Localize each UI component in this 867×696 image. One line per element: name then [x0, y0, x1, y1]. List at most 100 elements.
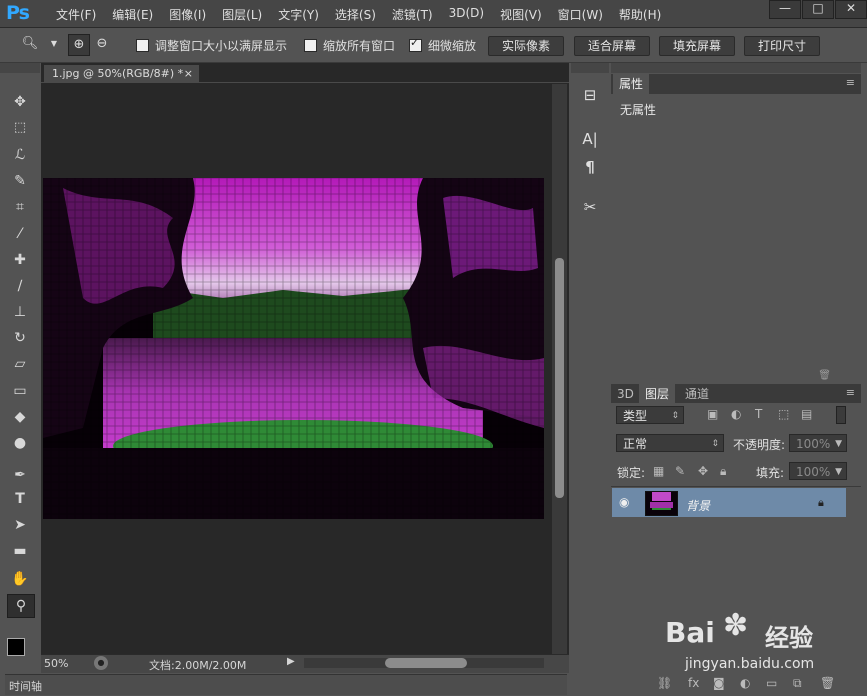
brush-tool-icon[interactable]: ∕ — [7, 275, 33, 297]
zoom-out-icon[interactable]: ⊖ — [92, 34, 112, 54]
character-panel-icon[interactable]: A| — [578, 127, 602, 151]
filter-label: 类型 — [623, 409, 648, 423]
lock-all-icon[interactable]: 🔒︎ — [720, 464, 726, 479]
fill-field[interactable]: 100% ▼ — [789, 462, 847, 480]
tab-layers[interactable]: 图层 — [639, 384, 676, 404]
tab-channels[interactable]: 通道 — [679, 384, 715, 404]
scrubby-zoom-option[interactable]: 细微缩放 — [409, 36, 476, 54]
move-tool-icon[interactable]: ✥ — [7, 91, 33, 113]
menu-view[interactable]: 视图(V) — [492, 6, 550, 23]
tab-close-icon[interactable]: × — [184, 65, 193, 82]
path-select-icon[interactable]: ➤ — [7, 514, 33, 536]
options-bar: 🔍︎ ▼ ⊕ ⊖ 调整窗口大小以满屏显示 缩放所有窗口 细微缩放 实际像素 适合… — [0, 28, 867, 63]
layer-thumbnail[interactable] — [645, 491, 678, 516]
tab-3d[interactable]: 3D — [611, 384, 640, 404]
gradient-tool-icon[interactable]: ▭ — [7, 380, 33, 402]
lock-pixels-icon[interactable]: ✎ — [675, 464, 685, 478]
filter-shape-icon[interactable]: ⬚ — [778, 407, 789, 421]
blend-mode-dropdown[interactable]: 正常 ⇕ — [616, 434, 724, 452]
status-bar: 50% ● 文档:2.00M/2.00M ▶ — [41, 654, 569, 673]
menu-bar: Ps 文件(F) 编辑(E) 图像(I) 图层(L) 文字(Y) 选择(S) 滤… — [0, 0, 867, 28]
zoom-tool-icon[interactable]: ⚲ — [7, 594, 35, 618]
tab-properties[interactable]: 属性 — [613, 74, 650, 94]
baidu-watermark: Bai ✽ 经验 jingyan.baidu.com — [663, 600, 863, 680]
actual-pixels-button[interactable]: 实际像素 — [488, 36, 564, 56]
lock-transparent-icon[interactable]: ▦ — [653, 464, 664, 478]
paragraph-panel-icon[interactable]: ¶ — [578, 155, 602, 179]
status-info-icon[interactable]: ● — [94, 656, 108, 670]
menu-window[interactable]: 窗口(W) — [550, 6, 611, 23]
timeline-label[interactable]: 时间轴 — [9, 678, 42, 694]
vertical-scroll-thumb[interactable] — [555, 258, 564, 498]
tool-presets-icon[interactable]: ✂ — [578, 195, 602, 219]
zoom-level[interactable]: 50% — [44, 657, 68, 670]
menu-edit[interactable]: 编辑(E) — [104, 6, 161, 23]
filter-smart-icon[interactable]: ▤ — [801, 407, 812, 421]
lock-position-icon[interactable]: ✥ — [698, 464, 708, 478]
status-menu-arrow-icon[interactable]: ▶ — [287, 656, 295, 667]
layer-visibility-eye-icon[interactable]: ◉ — [619, 495, 629, 509]
menu-3d[interactable]: 3D(D) — [441, 6, 492, 23]
layer-name[interactable]: 背景 — [686, 497, 710, 514]
close-button[interactable]: ✕ — [835, 0, 867, 19]
horizontal-scroll-thumb[interactable] — [385, 658, 467, 668]
menu-help[interactable]: 帮助(H) — [611, 6, 669, 23]
zoom-tool-preset-icon[interactable]: 🔍︎ — [20, 34, 40, 54]
fit-screen-button[interactable]: 适合屏幕 — [574, 36, 650, 56]
resize-windows-label: 调整窗口大小以满屏显示 — [155, 39, 288, 53]
trash-icon[interactable]: 🗑︎ — [818, 370, 831, 381]
rectangle-tool-icon[interactable]: ▬ — [7, 540, 33, 562]
healing-brush-icon[interactable]: ✚ — [7, 249, 33, 271]
menu-file[interactable]: 文件(F) — [48, 6, 104, 23]
quick-select-tool-icon[interactable]: ✎ — [7, 170, 33, 192]
filter-toggle[interactable] — [836, 406, 846, 424]
fill-screen-button[interactable]: 填充屏幕 — [659, 36, 735, 56]
layers-menu-icon[interactable]: ≡ — [846, 386, 855, 399]
dodge-tool-icon[interactable]: ● — [7, 432, 33, 454]
menu-image[interactable]: 图像(I) — [161, 6, 214, 23]
panel-menu-icon[interactable]: ≡ — [846, 76, 855, 89]
fill-label: 填充: — [756, 466, 785, 480]
zoom-all-checkbox[interactable] — [304, 39, 317, 52]
filter-pixel-icon[interactable]: ▣ — [707, 407, 718, 421]
minimize-button[interactable]: — — [769, 0, 801, 19]
opacity-field[interactable]: 100% ▼ — [789, 434, 847, 452]
filter-type-icon[interactable]: T — [755, 407, 762, 421]
window-controls: — □ ✕ — [768, 0, 867, 19]
maximize-button[interactable]: □ — [802, 0, 834, 19]
blur-tool-icon[interactable]: ◆ — [7, 406, 33, 428]
document-tab[interactable]: 1.jpg @ 50%(RGB/8#) * × — [44, 65, 199, 82]
resize-windows-checkbox[interactable] — [136, 39, 149, 52]
layer-filter-dropdown[interactable]: 类型 ⇕ — [616, 406, 684, 424]
fill-value: 100% — [796, 465, 831, 479]
menu-layer[interactable]: 图层(L) — [214, 6, 270, 23]
stamp-tool-icon[interactable]: ⊥ — [7, 301, 33, 323]
chevron-down-icon[interactable]: ▼ — [44, 34, 64, 54]
blend-mode-value: 正常 — [623, 437, 648, 451]
scrubby-zoom-checkbox[interactable] — [409, 36, 422, 52]
lasso-tool-icon[interactable]: ℒ — [7, 144, 33, 166]
menu-type[interactable]: 文字(Y) — [270, 6, 327, 23]
marquee-tool-icon[interactable]: ⬚ — [7, 117, 33, 139]
canvas-image[interactable] — [43, 178, 544, 519]
foreground-color-swatch[interactable] — [7, 638, 25, 656]
eyedropper-tool-icon[interactable]: ⁄ — [7, 223, 33, 245]
document-size: 文档:2.00M/2.00M — [149, 659, 247, 672]
filter-adjust-icon[interactable]: ◐ — [731, 407, 741, 421]
history-brush-icon[interactable]: ↻ — [7, 327, 33, 349]
eraser-tool-icon[interactable]: ▱ — [7, 353, 33, 375]
type-tool-icon[interactable]: T — [7, 488, 33, 510]
zoom-in-icon[interactable]: ⊕ — [68, 34, 90, 56]
properties-header — [611, 63, 861, 73]
zoom-all-option[interactable]: 缩放所有窗口 — [304, 37, 395, 54]
print-size-button[interactable]: 打印尺寸 — [744, 36, 820, 56]
resize-windows-option[interactable]: 调整窗口大小以满屏显示 — [136, 37, 287, 54]
watermark-url: jingyan.baidu.com — [685, 656, 815, 672]
menu-select[interactable]: 选择(S) — [327, 6, 384, 23]
menu-filter[interactable]: 滤镜(T) — [384, 6, 441, 23]
photoshop-logo: Ps — [6, 2, 30, 24]
crop-tool-icon[interactable]: ⌗ — [7, 196, 33, 218]
pen-tool-icon[interactable]: ✒ — [7, 464, 33, 486]
history-panel-icon[interactable]: ⊟ — [578, 83, 602, 107]
hand-tool-icon[interactable]: ✋ — [7, 568, 33, 590]
